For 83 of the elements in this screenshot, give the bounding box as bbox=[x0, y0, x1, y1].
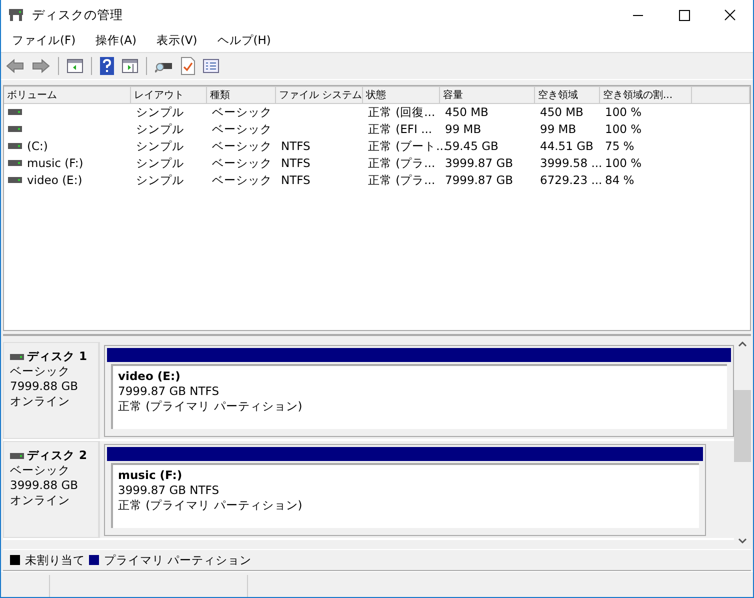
menu-item[interactable]: 表示(V) bbox=[150, 33, 204, 48]
list-icon[interactable] bbox=[203, 58, 219, 73]
table-cell: 450 MB bbox=[445, 105, 488, 120]
table-cell: 100 % bbox=[605, 105, 642, 120]
table-cell: ベーシック bbox=[212, 172, 272, 188]
table-cell: 正常 (回復... bbox=[368, 104, 436, 120]
help-icon[interactable] bbox=[100, 56, 114, 75]
table-cell: シンプル bbox=[136, 104, 184, 120]
table-cell: 100 % bbox=[605, 156, 642, 170]
table-cell: music (F:) bbox=[27, 156, 84, 170]
partition-size: 3999.87 GB NTFS bbox=[118, 483, 220, 498]
back-arrow-icon[interactable] bbox=[6, 58, 24, 74]
partition-label: music (F:) bbox=[118, 468, 184, 484]
menu-item[interactable]: ファイル(F) bbox=[6, 33, 82, 48]
window-title: ディスクの管理 bbox=[32, 6, 123, 24]
drive-icon bbox=[8, 143, 22, 150]
table-cell: ベーシック bbox=[212, 122, 272, 137]
panel-icon[interactable] bbox=[67, 58, 83, 73]
disk-size: 3999.88 GB bbox=[10, 478, 80, 494]
table-cell: 59.45 GB bbox=[445, 139, 498, 154]
column-header[interactable]: 容量 bbox=[440, 86, 535, 104]
partition-size: 7999.87 GB NTFS bbox=[118, 384, 220, 400]
table-cell: NTFS bbox=[281, 156, 310, 170]
drive-icon bbox=[10, 354, 24, 360]
disk-size: 7999.88 GB bbox=[10, 379, 80, 394]
column-header[interactable]: ボリューム bbox=[4, 86, 131, 104]
table-cell: NTFS bbox=[281, 173, 310, 188]
disk-status: オンライン bbox=[10, 394, 71, 410]
column-header[interactable]: ファイル システム bbox=[276, 86, 363, 104]
table-cell: 99 MB bbox=[445, 122, 482, 136]
disk-type: ベーシック bbox=[10, 364, 71, 380]
drive-icon bbox=[8, 126, 22, 132]
table-cell: 100 % bbox=[605, 122, 642, 136]
column-header[interactable]: 種類 bbox=[207, 86, 276, 104]
table-cell: (C:) bbox=[27, 139, 48, 154]
table-cell: 3999.87 GB bbox=[445, 156, 514, 170]
disk-type: ベーシック bbox=[10, 463, 71, 478]
drive-icon bbox=[8, 177, 22, 184]
partition-block[interactable]: video (E:) 7999.87 GB NTFS 正常 (プライマリ パーティション) bbox=[104, 345, 734, 438]
drive-icon bbox=[10, 452, 24, 459]
partition-block[interactable]: music (F:) 3999.87 GB NTFS 正常 (プライマリ パーティション) bbox=[104, 444, 706, 536]
table-cell: video (E:) bbox=[27, 173, 82, 188]
table-cell: 44.51 GB bbox=[540, 139, 594, 154]
drive-icon bbox=[8, 160, 22, 166]
panel-icon[interactable] bbox=[122, 58, 138, 73]
table-cell: ベーシック bbox=[212, 138, 272, 154]
table-cell: 84 % bbox=[605, 173, 634, 188]
table-cell: 正常 (プラ... bbox=[368, 172, 436, 188]
table-cell: 3999.58 ... bbox=[540, 156, 602, 170]
legend-label: 未割り当て bbox=[25, 552, 85, 568]
partition-status: 正常 (プライマリ パーティション) bbox=[118, 498, 304, 514]
column-header[interactable]: 空き領域 bbox=[535, 86, 600, 104]
disk-status: オンライン bbox=[10, 493, 71, 508]
table-cell: 75 % bbox=[605, 139, 634, 154]
table-cell: 450 MB bbox=[540, 105, 584, 120]
disk-icon bbox=[8, 8, 24, 22]
disk-name: ディスク 2 bbox=[27, 448, 88, 464]
menu-item[interactable]: 操作(A) bbox=[90, 33, 142, 48]
table-cell: ベーシック bbox=[212, 156, 272, 171]
forward-arrow-icon[interactable] bbox=[32, 58, 50, 74]
table-cell: シンプル bbox=[136, 122, 184, 137]
table-cell: 正常 (プラ... bbox=[368, 156, 436, 171]
table-cell: 正常 (ブート... bbox=[368, 138, 448, 154]
column-header[interactable]: 状態 bbox=[363, 86, 440, 104]
partition-status: 正常 (プライマリ パーティション) bbox=[118, 399, 304, 414]
column-header[interactable]: 空き領域の割... bbox=[600, 86, 692, 104]
legend-label: プライマリ パーティション bbox=[104, 552, 252, 568]
table-cell: 99 MB bbox=[540, 122, 576, 136]
table-cell: 6729.23 ... bbox=[540, 173, 602, 188]
disk-name: ディスク 1 bbox=[27, 349, 88, 364]
table-cell: ベーシック bbox=[212, 104, 272, 120]
table-cell: 7999.87 GB bbox=[445, 173, 514, 188]
column-header[interactable]: レイアウト bbox=[131, 86, 207, 104]
table-cell: シンプル bbox=[136, 156, 184, 171]
table-cell: 正常 (EFI ... bbox=[368, 122, 432, 137]
drive-icon bbox=[8, 109, 22, 116]
table-cell: シンプル bbox=[136, 138, 184, 154]
partition-label: video (E:) bbox=[118, 369, 182, 384]
scrollbar-thumb[interactable] bbox=[734, 390, 751, 462]
checklist-icon[interactable] bbox=[181, 56, 195, 75]
table-cell: シンプル bbox=[136, 172, 184, 188]
menu-item[interactable]: ヘルプ(H) bbox=[211, 33, 277, 48]
table-cell: NTFS bbox=[281, 139, 310, 154]
